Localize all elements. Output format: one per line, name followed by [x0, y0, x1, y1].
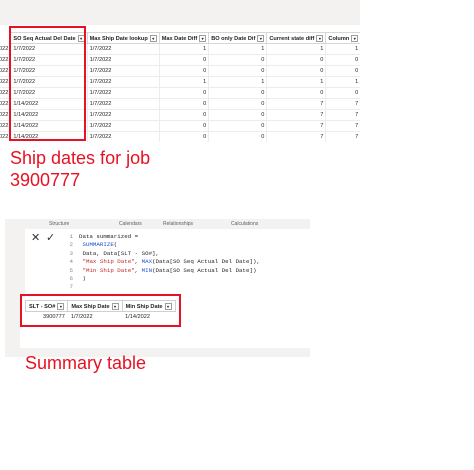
grid-cell: 0	[158, 109, 210, 121]
grid-cell: 0	[158, 65, 210, 77]
caption-line-1: Ship dates for job	[10, 148, 151, 168]
dropdown-icon[interactable]: ▾	[316, 34, 324, 42]
tab-structure[interactable]: Structure	[49, 221, 69, 227]
grid-cell: 1/7/2022	[86, 76, 160, 88]
grid-cell: 1	[158, 43, 210, 55]
grid-cell: 1	[266, 76, 327, 88]
grid-column-header[interactable]: BO only Date Dif ▾	[208, 32, 268, 44]
grid-cell: 1/7/2022	[86, 65, 160, 77]
grid-cell: 0	[158, 120, 210, 132]
grid-cell: 7	[325, 120, 360, 132]
grid-cell: 0	[158, 54, 210, 66]
view-tabs: Structure Calendars Relationships Calcul…	[5, 219, 310, 228]
highlight-box-ship-dates	[9, 26, 86, 141]
grid-cell: 1	[158, 76, 210, 88]
caption-line-2: 3900777	[10, 170, 81, 190]
grid-cell: 0	[208, 54, 268, 66]
grid-cell: 0	[208, 65, 268, 77]
grid-cell: 1/7/2022	[86, 54, 160, 66]
dropdown-icon[interactable]: ▾	[351, 34, 359, 42]
grid-cell: 0	[325, 65, 360, 77]
tab-relationships[interactable]: Relationships	[163, 221, 193, 227]
grid-cell: 7	[325, 131, 360, 142]
grid-cell: 0	[325, 87, 360, 99]
tab-calendars[interactable]: Calendars	[119, 221, 142, 227]
check-icon[interactable]: ✓	[46, 231, 55, 244]
grid-cell: 7	[325, 109, 360, 121]
highlight-box-summary	[20, 294, 181, 327]
grid-column-label: Max Ship Date lookup	[89, 35, 148, 42]
grid-cell: 0	[158, 98, 210, 110]
code-line: 3 Data, Data[SLT - SO#],	[69, 249, 160, 257]
grid-column-header[interactable]: Max Date Diff ▾	[158, 32, 210, 44]
dropdown-icon[interactable]: ▾	[257, 34, 265, 42]
grid-cell: 0	[158, 131, 210, 142]
code-line: 1 Data summarized =	[69, 233, 139, 240]
grid-cell: 1/7/2022	[86, 43, 160, 55]
grid-column-label: Current state diff	[269, 35, 315, 42]
grid-cell: 1	[325, 43, 360, 55]
grid-cell: 1	[208, 43, 268, 55]
caption-summary-table: Summary table	[25, 353, 147, 373]
grid-cell: 7	[266, 131, 327, 142]
grid-cell: 1/7/2022	[86, 87, 160, 99]
grid-cell: 1/7/2022	[86, 131, 160, 142]
grid-cell: 1/7/2022	[86, 120, 160, 132]
dax-code[interactable]: 1 Data summarized = 2 SUMMARIZE(3 Data, Da…	[63, 233, 260, 292]
grid-cell: 0	[208, 120, 268, 132]
code-line: 7	[69, 283, 73, 291]
code-line: 6 )	[69, 275, 86, 283]
grid-cell: 1/7/2022	[86, 109, 160, 121]
grid-cell: 0	[208, 109, 268, 121]
dropdown-icon[interactable]: ▾	[199, 34, 207, 42]
grid-cell: 7	[325, 98, 360, 110]
grid-cell: 1	[266, 43, 327, 55]
code-line: 2 SUMMARIZE(	[69, 241, 118, 249]
grid-cell: 1	[325, 76, 360, 88]
grid-cell: 0	[158, 87, 210, 99]
grid-cell: 0	[266, 65, 327, 77]
grid-column-header[interactable]: Max Ship Date lookup ▾	[86, 32, 160, 44]
tab-calculations[interactable]: Calculations	[231, 221, 258, 227]
grid-cell: 0	[208, 131, 268, 142]
grid-cell: 0	[208, 98, 268, 110]
grid-cell: 7	[266, 109, 327, 121]
grid-cell: 0	[266, 87, 327, 99]
grid-column-label: Column	[328, 35, 350, 42]
grid-cell: 0	[325, 54, 360, 66]
grid-cell: 7	[266, 120, 327, 132]
grid-cell: 7	[266, 98, 327, 110]
close-icon[interactable]: ✕	[31, 231, 40, 244]
grid-column-header[interactable]: Current state diff ▾	[266, 32, 327, 44]
grid-column-label: Max Date Diff	[161, 35, 198, 42]
grid-cell: 0	[208, 87, 268, 99]
code-line: 5 "Min Ship Date", MIN(Data[SO Seq Actua…	[69, 266, 257, 274]
grid-cell: 1	[208, 76, 268, 88]
grid-column-header[interactable]: Column ▾	[325, 32, 360, 44]
grid-cell: 0	[266, 54, 327, 66]
grid-header-band	[0, 0, 360, 25]
grid-cell: 1/7/2022	[86, 98, 160, 110]
caption-ship-dates: Ship dates for job 3900777	[10, 147, 150, 191]
dropdown-icon[interactable]: ▾	[149, 34, 157, 42]
grid-column-label: BO only Date Dif	[211, 35, 256, 42]
code-line: 4 "Max Ship Date", MAX(Data[SO Seq Actua…	[69, 258, 260, 266]
